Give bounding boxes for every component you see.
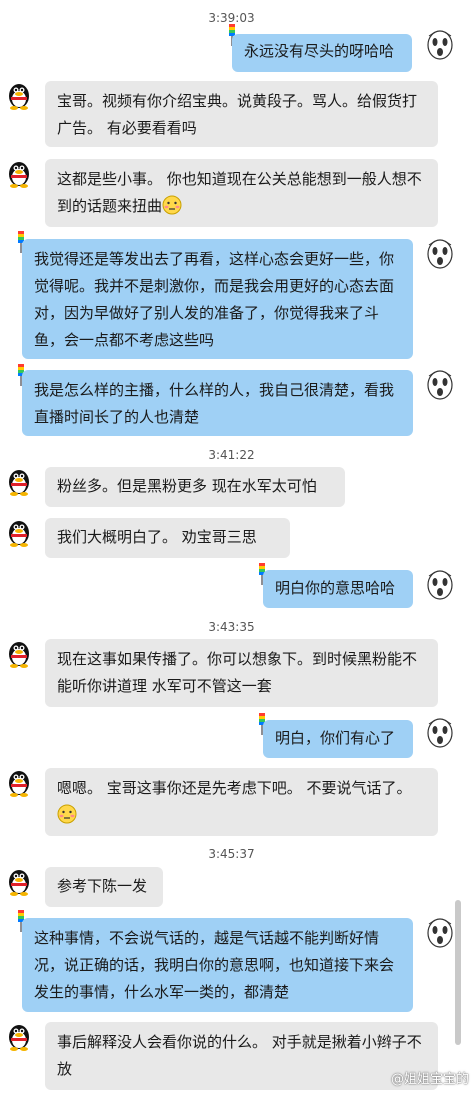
message-bubble-outgoing[interactable]: 明白你的意思哈哈 xyxy=(263,570,413,608)
message-bubble-outgoing[interactable]: 永远没有尽头的呀哈哈 xyxy=(232,34,412,72)
message-text: 嗯嗯。 宝哥这事你还是先考虑下吧。 不要说气话了。 xyxy=(57,779,412,797)
timestamp: 3:45:37 xyxy=(208,847,255,861)
message-text: 这都是些小事。 你也知道现在公关总能想到一般人想不到的话题来扭曲 xyxy=(57,170,422,215)
penguin-avatar-icon[interactable] xyxy=(5,866,33,896)
scream-mask-avatar-icon[interactable] xyxy=(426,918,454,948)
watermark: @姐姐宝宝的 xyxy=(390,1072,469,1087)
message-text: 我们大概明白了。 劝宝哥三思 xyxy=(57,528,257,546)
penguin-avatar-icon[interactable] xyxy=(5,638,33,668)
message-bubble-outgoing[interactable]: 我是怎么样的主播，什么样的人，我自己很清楚，看我直播时间长了的人也清楚 xyxy=(22,370,413,436)
scream-mask-avatar-icon[interactable] xyxy=(426,30,454,60)
message-bubble-incoming[interactable]: 这都是些小事。 你也知道现在公关总能想到一般人想不到的话题来扭曲 xyxy=(45,159,438,227)
message-text: 事后解释没人会看你说的什么。 对手就是揪着小辫子不放 xyxy=(57,1033,422,1078)
message-bubble-incoming[interactable]: 事后解释没人会看你说的什么。 对手就是揪着小辫子不放 xyxy=(45,1022,438,1090)
message-text: 参考下陈一发 xyxy=(57,877,148,895)
message-text: 永远没有尽头的呀哈哈 xyxy=(244,42,395,60)
penguin-avatar-icon[interactable] xyxy=(5,158,33,188)
message-text: 这种事情，不会说气话的，越是气话越不能判断好情况，说正确的话，我明白你的意思啊，… xyxy=(34,929,395,1001)
message-text: 现在这事如果传播了。你可以想象下。到时候黑粉能不能听你讲道理 水军可不管这一套 xyxy=(57,650,418,695)
embarrassed-face-emoji xyxy=(57,804,77,824)
chat-history[interactable]: 3:39:03 永远没有尽头的呀哈哈 宝哥。视频有你介绍宝典。说黄段子。骂人。给… xyxy=(0,0,463,1093)
timestamp: 3:41:22 xyxy=(208,448,255,462)
message-bubble-incoming[interactable]: 我们大概明白了。 劝宝哥三思 xyxy=(45,518,290,558)
penguin-avatar-icon[interactable] xyxy=(5,1021,33,1051)
message-text: 宝哥。视频有你介绍宝典。说黄段子。骂人。给假货打广告。 有必要看看吗 xyxy=(57,92,418,137)
message-bubble-incoming[interactable]: 宝哥。视频有你介绍宝典。说黄段子。骂人。给假货打广告。 有必要看看吗 xyxy=(45,81,438,147)
message-bubble-outgoing[interactable]: 明白，你们有心了 xyxy=(263,720,413,758)
penguin-avatar-icon[interactable] xyxy=(5,517,33,547)
message-text: 明白，你们有心了 xyxy=(275,729,396,747)
message-bubble-outgoing[interactable]: 这种事情，不会说气话的，越是气话越不能判断好情况，说正确的话，我明白你的意思啊，… xyxy=(22,918,413,1012)
message-bubble-incoming[interactable]: 现在这事如果传播了。你可以想象下。到时候黑粉能不能听你讲道理 水军可不管这一套 xyxy=(45,639,438,707)
message-text: 我是怎么样的主播，什么样的人，我自己很清楚，看我直播时间长了的人也清楚 xyxy=(34,381,395,426)
scream-mask-avatar-icon[interactable] xyxy=(426,570,454,600)
scream-mask-avatar-icon[interactable] xyxy=(426,239,454,269)
message-text: 明白你的意思哈哈 xyxy=(275,579,396,597)
embarrassed-face-emoji xyxy=(162,195,182,215)
scream-mask-avatar-icon[interactable] xyxy=(426,370,454,400)
message-text: 粉丝多。但是黑粉更多 现在水军太可怕 xyxy=(57,477,317,495)
message-bubble-outgoing[interactable]: 我觉得还是等发出去了再看，这样心态会更好一些，你觉得呢。我并不是刺激你，而是我会… xyxy=(22,239,413,359)
penguin-avatar-icon[interactable] xyxy=(5,767,33,797)
timestamp: 3:39:03 xyxy=(208,11,255,25)
message-bubble-incoming[interactable]: 参考下陈一发 xyxy=(45,867,163,907)
scream-mask-avatar-icon[interactable] xyxy=(426,718,454,748)
penguin-avatar-icon[interactable] xyxy=(5,466,33,496)
message-bubble-incoming[interactable]: 嗯嗯。 宝哥这事你还是先考虑下吧。 不要说气话了。 xyxy=(45,768,438,836)
penguin-avatar-icon[interactable] xyxy=(5,80,33,110)
timestamp: 3:43:35 xyxy=(208,620,255,634)
vertical-scrollbar[interactable] xyxy=(455,900,461,1045)
message-text: 我觉得还是等发出去了再看，这样心态会更好一些，你觉得呢。我并不是刺激你，而是我会… xyxy=(34,250,395,349)
message-bubble-incoming[interactable]: 粉丝多。但是黑粉更多 现在水军太可怕 xyxy=(45,467,345,507)
